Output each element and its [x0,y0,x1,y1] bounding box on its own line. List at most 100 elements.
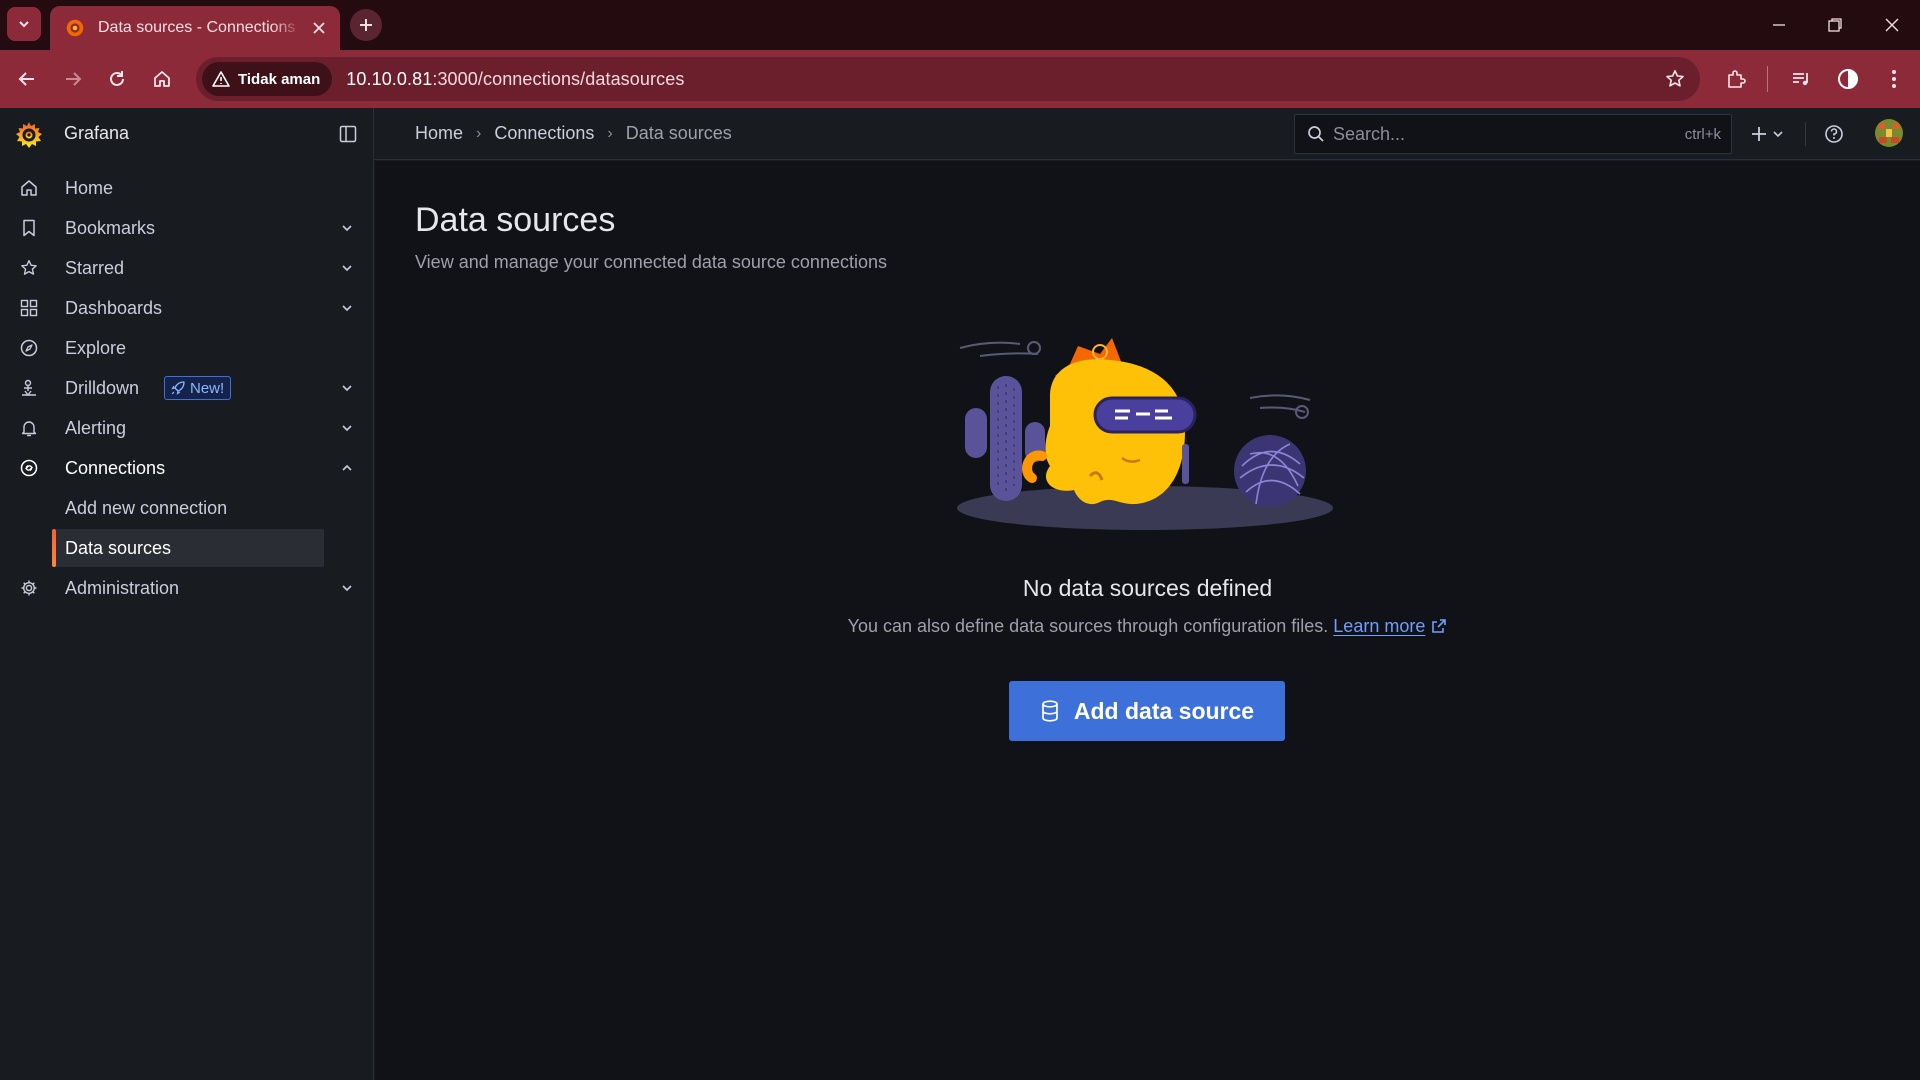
breadcrumb-current: Data sources [625,123,732,143]
close-window-button[interactable] [1863,0,1920,50]
tab-title: Data sources - Connections - Grafana [98,19,302,36]
arrow-left-icon [18,72,34,86]
star-icon [19,258,39,278]
bookmark-star-button[interactable] [1660,64,1690,94]
breadcrumb-connections[interactable]: Connections [494,123,594,144]
user-avatar[interactable] [1875,119,1903,147]
grafana-app: Home › Connections › Data sources Search… [0,108,1920,1080]
warning-icon [212,71,230,87]
address-bar[interactable]: Tidak aman 10.10.0.81:3000/connections/d… [196,57,1700,101]
minimize-icon [1772,24,1785,26]
database-icon [1042,700,1058,722]
arrow-right-icon [66,72,82,86]
nav-label: Drilldown [65,378,140,398]
nav-label: Add new connection [65,498,228,518]
chevron-down-icon[interactable] [340,381,354,395]
puzzle-icon [1728,70,1746,88]
nav-item-bookmarks[interactable]: Bookmarks [0,208,374,248]
home-icon [19,178,39,198]
star-outline-icon [1666,70,1684,87]
main-nav: Home Bookmarks Starred Dashboards Explor… [0,168,374,608]
browser-tab-strip: Data sources - Connections - Grafana [0,0,1920,50]
page-content: Data sources View and manage your connec… [375,161,1920,1080]
url-text[interactable]: 10.10.0.81:3000/connections/datasources [346,69,684,90]
breadcrumb-separator: › [607,124,613,142]
close-icon [1885,18,1898,32]
security-label: Tidak aman [238,70,321,88]
new-tab-button[interactable] [350,9,382,41]
home-icon [154,71,170,87]
chevron-up-icon[interactable] [340,461,354,475]
home-button[interactable] [144,61,180,97]
nav-item-administration[interactable]: Administration [0,568,374,608]
circle-half-icon [1838,69,1858,89]
learn-more-link[interactable]: Learn more [1333,616,1447,636]
nav-subitem-data-sources[interactable]: Data sources [0,528,374,568]
playlist-icon [1793,73,1808,86]
security-indicator[interactable]: Tidak aman [202,62,333,96]
empty-state-description: You can also define data sources through… [375,616,1920,637]
profile-extension-button[interactable] [1830,61,1866,97]
search-input[interactable]: Search... ctrl+k [1294,114,1732,154]
nav-item-connections[interactable]: Connections [0,448,374,488]
new-badge: New! [164,376,232,400]
new-menu-button[interactable] [1750,122,1788,146]
extensions-button[interactable] [1718,61,1754,97]
bookmark-icon [19,218,39,238]
browser-toolbar: Tidak aman 10.10.0.81:3000/connections/d… [0,50,1920,108]
apps-icon [19,298,39,318]
search-icon [1308,126,1324,142]
search-placeholder: Search... [1333,123,1406,144]
grafana-logo[interactable] [14,120,44,150]
rocket-icon [171,381,185,395]
browser-menu-button[interactable] [1876,61,1912,97]
empty-state-title: No data sources defined [1022,575,1273,601]
nav-label: Connections [65,458,166,478]
empty-state-text: You can also define data sources through… [847,616,1329,636]
breadcrumb: Home › Connections › Data sources [415,123,732,144]
nav-item-dashboards[interactable]: Dashboards [0,288,374,328]
drilldown-icon [19,378,39,398]
reload-icon [110,71,124,86]
forward-button[interactable] [55,61,91,97]
nav-item-alerting[interactable]: Alerting [0,408,374,448]
link-icon [19,458,39,478]
restore-window-button[interactable] [1806,0,1863,50]
chevron-down-icon[interactable] [340,261,354,275]
url-path: :3000/connections/datasources [432,68,685,89]
brand-name[interactable]: Grafana [64,123,129,144]
nav-item-starred[interactable]: Starred [0,248,374,288]
minimize-window-button[interactable] [1750,0,1807,50]
nav-item-home[interactable]: Home [0,168,374,208]
plus-icon [360,19,372,31]
sidebar: Grafana Home Bookmarks Starred Dashboard… [0,108,374,1080]
help-button[interactable] [1822,122,1846,146]
search-shortcut: ctrl+k [1684,125,1721,143]
dock-sidebar-icon [339,125,357,143]
dock-menu-button[interactable] [336,122,360,146]
nav-label: Data sources [65,538,172,558]
media-controls-button[interactable] [1783,61,1819,97]
nav-label: Dashboards [65,298,163,318]
chevron-down-icon[interactable] [340,421,354,435]
nav-item-explore[interactable]: Explore [0,328,374,368]
avatar-image [1875,119,1903,147]
more-vertical-icon [1892,70,1896,88]
browser-tab-active[interactable]: Data sources - Connections - Grafana [50,6,340,50]
compass-icon [19,338,39,358]
breadcrumb-home[interactable]: Home [415,123,463,144]
nav-item-drilldown[interactable]: Drilldown New! [0,368,374,408]
chevron-down-icon[interactable] [340,221,354,235]
nav-subitem-add-new-connection[interactable]: Add new connection [0,488,374,528]
plus-icon [1752,127,1766,141]
close-tab-icon[interactable] [308,17,330,39]
reload-button[interactable] [99,61,135,97]
add-data-source-button[interactable]: Add data source [1009,681,1285,741]
tab-search-button[interactable] [7,7,41,41]
url-host: 10.10.0.81 [346,68,433,89]
chevron-down-icon[interactable] [340,581,354,595]
back-button[interactable] [9,61,45,97]
chevron-down-icon[interactable] [340,301,354,315]
nav-label: Home [65,178,114,198]
nav-label: Starred [65,258,125,278]
